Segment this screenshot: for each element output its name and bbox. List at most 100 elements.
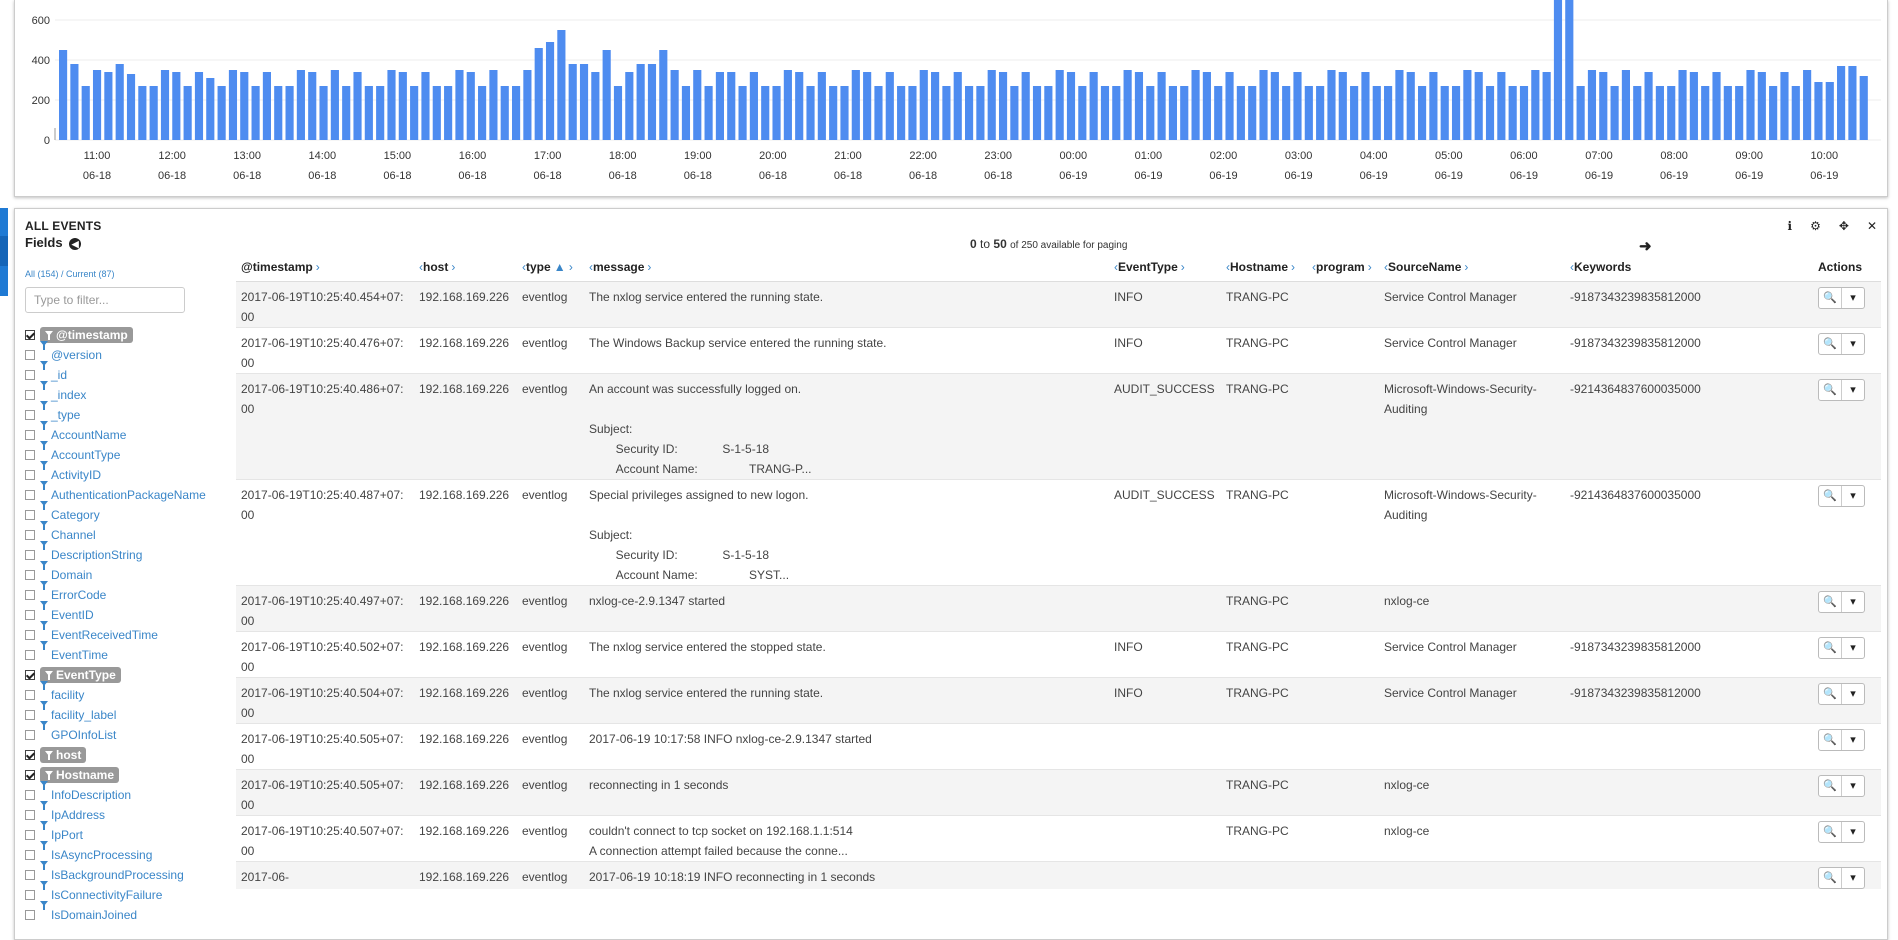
histogram-bar[interactable]: [987, 70, 996, 140]
column-header[interactable]: ‹Keywords: [1565, 253, 1813, 282]
field-pill[interactable]: ErrorCode: [40, 581, 106, 602]
filter-icon[interactable]: [40, 341, 48, 360]
field-checkbox[interactable]: [25, 610, 35, 620]
column-header[interactable]: Actions: [1813, 253, 1881, 282]
histogram-bar[interactable]: [1451, 86, 1461, 140]
histogram-bar[interactable]: [1769, 86, 1778, 140]
histogram-bar[interactable]: [693, 70, 702, 140]
histogram-bar[interactable]: [1304, 86, 1313, 140]
histogram-bar[interactable]: [1248, 86, 1257, 140]
histogram-bar[interactable]: [172, 72, 181, 140]
histogram-bar[interactable]: [1678, 70, 1687, 140]
histogram-bar[interactable]: [1406, 72, 1415, 140]
histogram-bar[interactable]: [1576, 86, 1585, 140]
field-pill[interactable]: DescriptionString: [40, 541, 142, 562]
field-checkbox[interactable]: [25, 630, 35, 640]
histogram-bar[interactable]: [1327, 70, 1336, 140]
histogram-bar[interactable]: [931, 72, 940, 140]
table-row[interactable]: 2017-06-19T10:25:40.505+07:00 192.168.169…: [236, 769, 1881, 816]
dropdown-caret-icon[interactable]: ▾: [1841, 334, 1864, 354]
histogram-bar[interactable]: [625, 72, 634, 140]
histogram-bar[interactable]: [1225, 72, 1234, 140]
histogram-bar[interactable]: [104, 72, 113, 140]
histogram-bar[interactable]: [919, 70, 928, 140]
filter-icon[interactable]: [40, 701, 48, 720]
field-item[interactable]: IsAsyncProcessing: [25, 841, 225, 865]
filter-icon[interactable]: [40, 721, 48, 740]
filter-icon[interactable]: [45, 770, 53, 780]
field-pill[interactable]: IsConnectivityFailure: [40, 881, 162, 902]
field-item[interactable]: IpPort: [25, 821, 225, 845]
field-pill[interactable]: AccountName: [40, 421, 126, 442]
histogram-bar[interactable]: [1701, 86, 1710, 140]
field-pill[interactable]: AuthenticationPackageName: [40, 481, 206, 502]
field-pill[interactable]: EventTime: [40, 641, 108, 662]
histogram-bar[interactable]: [1157, 72, 1166, 140]
column-header[interactable]: ‹host ›: [414, 253, 517, 282]
histogram-bar[interactable]: [512, 86, 521, 140]
filter-icon[interactable]: [40, 501, 48, 520]
dropdown-caret-icon[interactable]: ▾: [1841, 776, 1864, 796]
field-item[interactable]: Category: [25, 501, 225, 525]
filter-icon[interactable]: [40, 441, 48, 460]
filter-icon[interactable]: [40, 481, 48, 500]
field-item[interactable]: IsDomainJoined: [25, 901, 225, 925]
histogram-bar[interactable]: [1610, 86, 1619, 140]
histogram-bar[interactable]: [194, 72, 204, 140]
histogram-bar[interactable]: [1418, 86, 1427, 140]
move-icon[interactable]: ✥: [1839, 219, 1849, 233]
histogram-bar[interactable]: [1689, 72, 1698, 140]
field-item[interactable]: host: [25, 745, 225, 765]
histogram-bar[interactable]: [1021, 72, 1030, 140]
histogram-bar[interactable]: [704, 86, 713, 140]
field-checkbox[interactable]: [25, 790, 35, 800]
field-checkbox[interactable]: [25, 690, 35, 700]
histogram-bar[interactable]: [296, 70, 305, 140]
histogram-bar[interactable]: [115, 64, 124, 140]
field-pill[interactable]: GPOInfoList: [40, 721, 116, 742]
histogram-bar[interactable]: [1542, 72, 1551, 140]
histogram-bar[interactable]: [1112, 86, 1121, 140]
histogram-bar[interactable]: [840, 86, 849, 140]
histogram-bar[interactable]: [240, 72, 249, 140]
field-pill[interactable]: IpAddress: [40, 801, 105, 822]
table-row[interactable]: 2017-06- 192.168.169.226 eventlog 2017-06-1…: [236, 861, 1881, 889]
filter-icon[interactable]: [40, 601, 48, 620]
histogram-bar[interactable]: [1066, 72, 1076, 140]
filter-icon[interactable]: [45, 750, 53, 760]
histogram-bar[interactable]: [183, 86, 192, 140]
field-pill[interactable]: Hostname: [40, 767, 120, 783]
dropdown-caret-icon[interactable]: ▾: [1841, 288, 1864, 308]
field-checkbox[interactable]: [25, 530, 35, 540]
histogram-bar[interactable]: [1848, 66, 1857, 140]
dropdown-caret-icon[interactable]: ▾: [1841, 730, 1864, 750]
dropdown-caret-icon[interactable]: ▾: [1841, 592, 1864, 612]
field-item[interactable]: AccountName: [25, 421, 225, 445]
histogram-bar[interactable]: [410, 86, 419, 140]
actions-button[interactable]: 🔍 ▾: [1818, 683, 1865, 705]
actions-button[interactable]: 🔍 ▾: [1818, 379, 1865, 401]
histogram-bar[interactable]: [965, 86, 974, 140]
histogram-bar[interactable]: [1078, 86, 1087, 140]
field-checkbox[interactable]: [25, 770, 35, 780]
filter-icon[interactable]: [40, 421, 48, 440]
field-checkbox[interactable]: [25, 430, 35, 440]
search-icon[interactable]: 🔍: [1819, 638, 1841, 658]
histogram-bar[interactable]: [455, 70, 464, 140]
field-pill[interactable]: facility: [40, 681, 84, 702]
filter-icon[interactable]: [40, 801, 48, 820]
histogram-bar[interactable]: [647, 64, 657, 140]
histogram-bar[interactable]: [444, 86, 453, 140]
table-row[interactable]: 2017-06-19T10:25:40.476+07:00 192.168.169…: [236, 327, 1881, 374]
histogram-bar[interactable]: [1259, 70, 1268, 140]
filter-icon[interactable]: [40, 461, 48, 480]
histogram-bar[interactable]: [1712, 72, 1721, 140]
filter-icon[interactable]: [40, 541, 48, 560]
field-pill[interactable]: IsDomainJoined: [40, 901, 137, 922]
field-checkbox[interactable]: [25, 730, 35, 740]
field-checkbox[interactable]: [25, 750, 35, 760]
histogram-bar[interactable]: [1338, 72, 1347, 140]
filter-icon[interactable]: [40, 681, 48, 700]
histogram-bar[interactable]: [1293, 72, 1302, 140]
table-row[interactable]: 2017-06-19T10:25:40.486+07:00 192.168.169…: [236, 373, 1881, 480]
